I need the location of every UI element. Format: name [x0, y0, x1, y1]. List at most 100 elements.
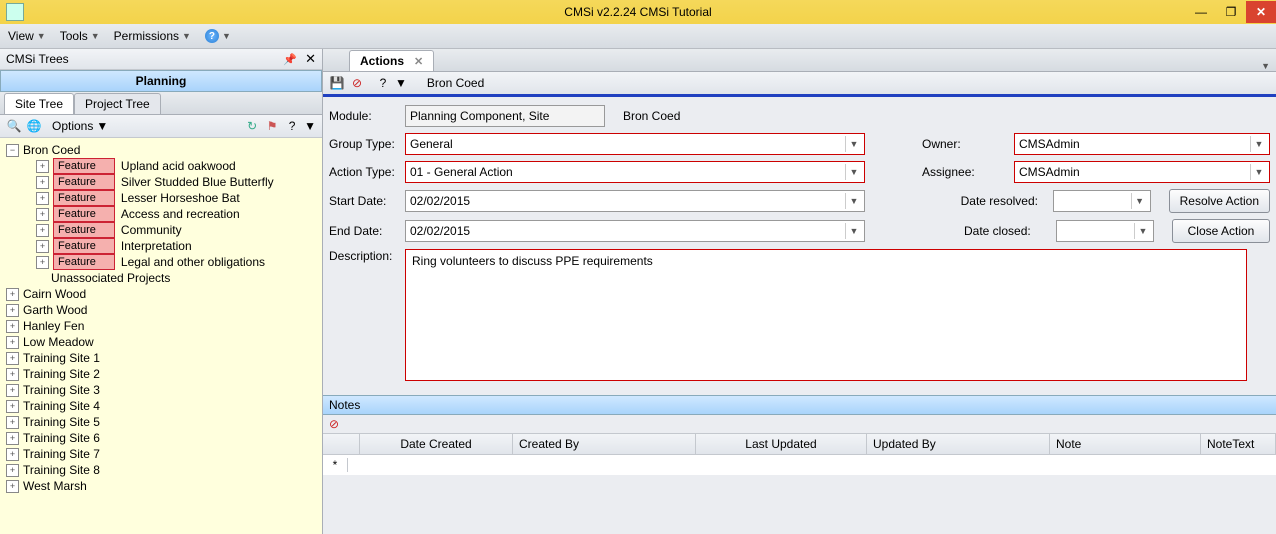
tree-node[interactable]: Training Site 4: [23, 399, 100, 413]
expander-icon[interactable]: +: [6, 384, 19, 397]
pin-icon[interactable]: 📌: [283, 53, 297, 66]
help-icon[interactable]: ?: [284, 118, 300, 134]
tree-node[interactable]: Silver Studded Blue Butterfly: [121, 175, 274, 189]
expander-icon[interactable]: −: [6, 144, 19, 157]
tab-project-tree[interactable]: Project Tree: [74, 93, 161, 114]
tree-node[interactable]: Training Site 8: [23, 463, 100, 477]
menu-help[interactable]: ?▼: [203, 27, 233, 45]
owner-dropdown[interactable]: CMSAdmin▼: [1014, 133, 1270, 155]
menu-view[interactable]: View▼: [6, 27, 48, 45]
label-module: Module:: [329, 109, 405, 123]
notes-new-row[interactable]: *: [323, 455, 1276, 475]
tree-node[interactable]: Garth Wood: [23, 303, 87, 317]
expander-icon[interactable]: +: [6, 432, 19, 445]
expander-icon[interactable]: +: [36, 208, 49, 221]
tree-node[interactable]: Unassociated Projects: [51, 271, 170, 285]
tree-node[interactable]: Low Meadow: [23, 335, 94, 349]
description-field[interactable]: Ring volunteers to discuss PPE requireme…: [405, 249, 1247, 381]
feature-badge: Feature: [53, 174, 115, 190]
expander-icon[interactable]: +: [6, 352, 19, 365]
tree-node[interactable]: Access and recreation: [121, 207, 240, 221]
tree-node[interactable]: Training Site 7: [23, 447, 100, 461]
expander-icon[interactable]: +: [6, 368, 19, 381]
expander-icon[interactable]: +: [6, 448, 19, 461]
tree-node[interactable]: Legal and other obligations: [121, 255, 265, 269]
breadcrumb: Bron Coed: [427, 76, 484, 90]
date-resolved-field[interactable]: ▼: [1053, 190, 1151, 212]
search-icon[interactable]: 🔍: [6, 118, 22, 134]
col-last-updated[interactable]: Last Updated: [696, 434, 867, 454]
maximize-button[interactable]: ❐: [1216, 1, 1246, 23]
date-closed-field[interactable]: ▼: [1056, 220, 1154, 242]
tree-node[interactable]: Training Site 1: [23, 351, 100, 365]
expander-icon[interactable]: +: [36, 240, 49, 253]
delete-note-icon[interactable]: ⊘: [329, 417, 339, 431]
expander-icon[interactable]: +: [6, 400, 19, 413]
resolve-action-button[interactable]: Resolve Action: [1169, 189, 1270, 213]
planning-header[interactable]: Planning: [0, 70, 322, 92]
assignee-dropdown[interactable]: CMSAdmin▼: [1014, 161, 1270, 183]
tab-menu-dropdown[interactable]: ▼: [1261, 61, 1270, 71]
expander-icon[interactable]: +: [36, 256, 49, 269]
tree-node[interactable]: Community: [121, 223, 182, 237]
close-button[interactable]: ✕: [1246, 1, 1276, 23]
tree-node[interactable]: Lesser Horseshoe Bat: [121, 191, 240, 205]
feature-badge: Feature: [53, 254, 115, 270]
tab-close-icon[interactable]: ✕: [414, 55, 423, 68]
expander-icon[interactable]: +: [36, 192, 49, 205]
col-updated-by[interactable]: Updated By: [867, 434, 1050, 454]
col-created-by[interactable]: Created By: [513, 434, 696, 454]
menu-permissions[interactable]: Permissions▼: [112, 27, 193, 45]
tree-node-root[interactable]: Bron Coed: [23, 143, 80, 157]
col-date-created[interactable]: Date Created: [360, 434, 513, 454]
filter-icon[interactable]: ⚑: [264, 118, 280, 134]
expander-icon[interactable]: +: [6, 320, 19, 333]
expander-icon[interactable]: +: [6, 288, 19, 301]
feature-badge: Feature: [53, 190, 115, 206]
options-dropdown[interactable]: Options▼: [52, 119, 108, 133]
module-site: Bron Coed: [623, 109, 680, 123]
label-group-type: Group Type:: [329, 137, 405, 151]
tab-actions[interactable]: Actions✕: [349, 50, 434, 71]
site-tree[interactable]: −Bron Coed + Feature Upland acid oakwood +…: [0, 138, 322, 534]
globe-icon[interactable]: 🌐: [26, 118, 42, 134]
expander-icon[interactable]: +: [36, 224, 49, 237]
tree-node[interactable]: Training Site 3: [23, 383, 100, 397]
new-row-marker: *: [323, 458, 348, 472]
tree-node[interactable]: Training Site 5: [23, 415, 100, 429]
help-icon[interactable]: ?: [375, 75, 391, 91]
tree-node[interactable]: Training Site 6: [23, 431, 100, 445]
expander-icon[interactable]: +: [6, 336, 19, 349]
tree-node[interactable]: Hanley Fen: [23, 319, 84, 333]
tree-node[interactable]: West Marsh: [23, 479, 87, 493]
refresh-icon[interactable]: ↻: [244, 118, 260, 134]
expander-icon[interactable]: +: [6, 464, 19, 477]
expander-icon[interactable]: +: [36, 160, 49, 173]
expander-icon[interactable]: +: [36, 176, 49, 189]
tree-node[interactable]: Training Site 2: [23, 367, 100, 381]
close-action-button[interactable]: Close Action: [1172, 219, 1270, 243]
group-type-dropdown[interactable]: General▼: [405, 133, 865, 155]
start-date-field[interactable]: 02/02/2015▼: [405, 190, 865, 212]
expander-icon[interactable]: +: [6, 416, 19, 429]
feature-badge: Feature: [53, 238, 115, 254]
panel-close-icon[interactable]: ✕: [305, 51, 316, 67]
expander-icon[interactable]: +: [6, 480, 19, 493]
col-note-text[interactable]: NoteText: [1201, 434, 1276, 454]
left-panel-title: CMSi Trees: [6, 52, 69, 66]
col-note[interactable]: Note: [1050, 434, 1201, 454]
notes-header[interactable]: Notes: [323, 395, 1276, 415]
minimize-button[interactable]: —: [1186, 1, 1216, 23]
tab-site-tree[interactable]: Site Tree: [4, 93, 74, 114]
save-icon[interactable]: 💾: [329, 75, 345, 91]
label-end-date: End Date:: [329, 224, 405, 238]
menu-tools[interactable]: Tools▼: [58, 27, 102, 45]
expander-icon[interactable]: +: [6, 304, 19, 317]
cancel-icon[interactable]: ⊘: [349, 75, 365, 91]
action-form: Module: Planning Component, Site Bron Co…: [323, 97, 1276, 395]
action-type-dropdown[interactable]: 01 - General Action▼: [405, 161, 865, 183]
tree-node[interactable]: Upland acid oakwood: [121, 159, 236, 173]
end-date-field[interactable]: 02/02/2015▼: [405, 220, 865, 242]
tree-node[interactable]: Cairn Wood: [23, 287, 86, 301]
tree-node[interactable]: Interpretation: [121, 239, 192, 253]
